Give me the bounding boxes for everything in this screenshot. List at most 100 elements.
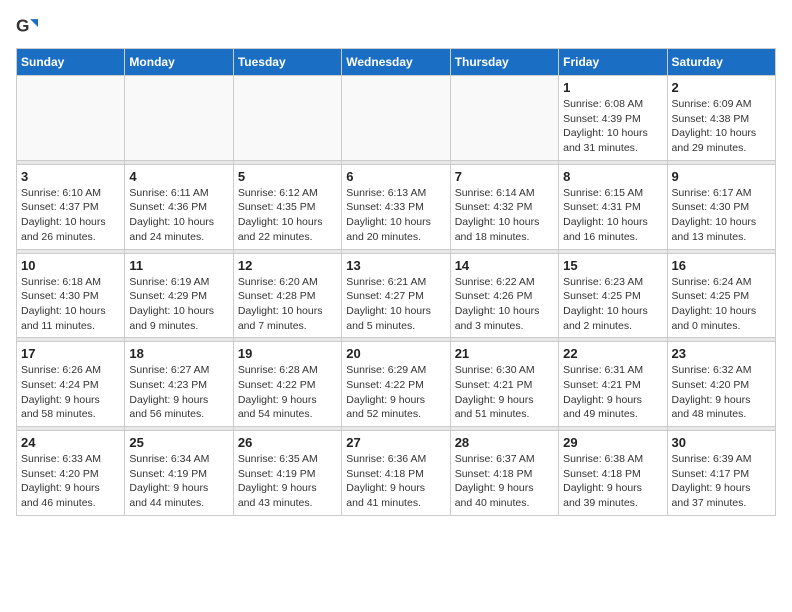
calendar-cell: 30Sunrise: 6:39 AM Sunset: 4:17 PM Dayli…: [667, 431, 775, 516]
calendar-cell: 28 Sunrise: 6:37 AM Sunset: 4:18 PM Dayli…: [450, 431, 558, 516]
day-info: Sunrise: 6:19 AM Sunset: 4:29 PM Dayligh…: [129, 275, 228, 334]
day-info: Sunrise: 6:36 AM Sunset: 4:18 PM Dayligh…: [346, 452, 445, 511]
day-number: 11: [129, 258, 228, 273]
day-number: 3: [21, 169, 120, 184]
day-number: 19: [238, 346, 337, 361]
day-info: Sunrise: 6:28 AM Sunset: 4:22 PM Dayligh…: [238, 363, 337, 422]
calendar-week-4: 17 Sunrise: 6:26 AM Sunset: 4:24 PM Dayli…: [17, 342, 776, 427]
day-info: Sunrise: 6:09 AM Sunset: 4:38 PM Dayligh…: [672, 97, 771, 156]
weekday-header-friday: Friday: [559, 49, 667, 76]
calendar-table: SundayMondayTuesdayWednesdayThursdayFrid…: [16, 48, 776, 516]
day-number: 17: [21, 346, 120, 361]
day-number: 12: [238, 258, 337, 273]
day-number: 23: [672, 346, 771, 361]
calendar-cell: [125, 76, 233, 161]
day-number: 29: [563, 435, 662, 450]
day-number: 7: [455, 169, 554, 184]
day-info: Sunrise: 6:20 AM Sunset: 4:28 PM Dayligh…: [238, 275, 337, 334]
calendar-cell: 23 Sunrise: 6:32 AM Sunset: 4:20 PM Dayli…: [667, 342, 775, 427]
day-number: 8: [563, 169, 662, 184]
calendar-cell: 26 Sunrise: 6:35 AM Sunset: 4:19 PM Dayli…: [233, 431, 341, 516]
calendar-cell: 22 Sunrise: 6:31 AM Sunset: 4:21 PM Dayli…: [559, 342, 667, 427]
svg-text:G: G: [16, 16, 29, 36]
calendar-cell: 17 Sunrise: 6:26 AM Sunset: 4:24 PM Dayli…: [17, 342, 125, 427]
day-number: 16: [672, 258, 771, 273]
day-info: Sunrise: 6:11 AM Sunset: 4:36 PM Dayligh…: [129, 186, 228, 245]
day-number: 26: [238, 435, 337, 450]
calendar-cell: 11 Sunrise: 6:19 AM Sunset: 4:29 PM Dayli…: [125, 253, 233, 338]
day-number: 14: [455, 258, 554, 273]
calendar-cell: 24 Sunrise: 6:33 AM Sunset: 4:20 PM Dayli…: [17, 431, 125, 516]
day-info: Sunrise: 6:34 AM Sunset: 4:19 PM Dayligh…: [129, 452, 228, 511]
day-number: 13: [346, 258, 445, 273]
day-info: Sunrise: 6:18 AM Sunset: 4:30 PM Dayligh…: [21, 275, 120, 334]
weekday-header-saturday: Saturday: [667, 49, 775, 76]
day-number: 4: [129, 169, 228, 184]
calendar-cell: [233, 76, 341, 161]
calendar-cell: 21 Sunrise: 6:30 AM Sunset: 4:21 PM Dayli…: [450, 342, 558, 427]
calendar-cell: 25 Sunrise: 6:34 AM Sunset: 4:19 PM Dayli…: [125, 431, 233, 516]
day-info: Sunrise: 6:23 AM Sunset: 4:25 PM Dayligh…: [563, 275, 662, 334]
day-number: 30: [672, 435, 771, 450]
day-number: 20: [346, 346, 445, 361]
day-info: Sunrise: 6:14 AM Sunset: 4:32 PM Dayligh…: [455, 186, 554, 245]
day-number: 6: [346, 169, 445, 184]
logo: G: [16, 16, 40, 38]
calendar-cell: 6 Sunrise: 6:13 AM Sunset: 4:33 PM Daylig…: [342, 164, 450, 249]
day-info: Sunrise: 6:31 AM Sunset: 4:21 PM Dayligh…: [563, 363, 662, 422]
day-number: 27: [346, 435, 445, 450]
page-header: G: [16, 16, 776, 38]
calendar-cell: 15 Sunrise: 6:23 AM Sunset: 4:25 PM Dayli…: [559, 253, 667, 338]
day-number: 9: [672, 169, 771, 184]
calendar-cell: 27 Sunrise: 6:36 AM Sunset: 4:18 PM Dayli…: [342, 431, 450, 516]
calendar-cell: 16 Sunrise: 6:24 AM Sunset: 4:25 PM Dayli…: [667, 253, 775, 338]
calendar-cell: 19 Sunrise: 6:28 AM Sunset: 4:22 PM Dayli…: [233, 342, 341, 427]
calendar-week-1: 1Sunrise: 6:08 AM Sunset: 4:39 PM Daylig…: [17, 76, 776, 161]
day-info: Sunrise: 6:33 AM Sunset: 4:20 PM Dayligh…: [21, 452, 120, 511]
day-number: 24: [21, 435, 120, 450]
day-info: Sunrise: 6:22 AM Sunset: 4:26 PM Dayligh…: [455, 275, 554, 334]
day-info: Sunrise: 6:32 AM Sunset: 4:20 PM Dayligh…: [672, 363, 771, 422]
day-info: Sunrise: 6:27 AM Sunset: 4:23 PM Dayligh…: [129, 363, 228, 422]
calendar-cell: 29 Sunrise: 6:38 AM Sunset: 4:18 PM Dayli…: [559, 431, 667, 516]
day-info: Sunrise: 6:29 AM Sunset: 4:22 PM Dayligh…: [346, 363, 445, 422]
day-info: Sunrise: 6:12 AM Sunset: 4:35 PM Dayligh…: [238, 186, 337, 245]
day-number: 2: [672, 80, 771, 95]
calendar-cell: 2 Sunrise: 6:09 AM Sunset: 4:38 PM Daylig…: [667, 76, 775, 161]
day-number: 25: [129, 435, 228, 450]
day-info: Sunrise: 6:24 AM Sunset: 4:25 PM Dayligh…: [672, 275, 771, 334]
day-info: Sunrise: 6:15 AM Sunset: 4:31 PM Dayligh…: [563, 186, 662, 245]
weekday-header-monday: Monday: [125, 49, 233, 76]
day-number: 15: [563, 258, 662, 273]
calendar-body: 1Sunrise: 6:08 AM Sunset: 4:39 PM Daylig…: [17, 76, 776, 516]
calendar-week-5: 24 Sunrise: 6:33 AM Sunset: 4:20 PM Dayli…: [17, 431, 776, 516]
day-info: Sunrise: 6:30 AM Sunset: 4:21 PM Dayligh…: [455, 363, 554, 422]
day-info: Sunrise: 6:26 AM Sunset: 4:24 PM Dayligh…: [21, 363, 120, 422]
day-number: 18: [129, 346, 228, 361]
day-number: 21: [455, 346, 554, 361]
day-number: 1: [563, 80, 662, 95]
calendar-cell: 3 Sunrise: 6:10 AM Sunset: 4:37 PM Daylig…: [17, 164, 125, 249]
calendar-cell: 1Sunrise: 6:08 AM Sunset: 4:39 PM Daylig…: [559, 76, 667, 161]
calendar-week-2: 3 Sunrise: 6:10 AM Sunset: 4:37 PM Daylig…: [17, 164, 776, 249]
day-info: Sunrise: 6:35 AM Sunset: 4:19 PM Dayligh…: [238, 452, 337, 511]
calendar-cell: 18 Sunrise: 6:27 AM Sunset: 4:23 PM Dayli…: [125, 342, 233, 427]
day-info: Sunrise: 6:21 AM Sunset: 4:27 PM Dayligh…: [346, 275, 445, 334]
weekday-header-tuesday: Tuesday: [233, 49, 341, 76]
day-number: 22: [563, 346, 662, 361]
day-info: Sunrise: 6:37 AM Sunset: 4:18 PM Dayligh…: [455, 452, 554, 511]
weekday-header-sunday: Sunday: [17, 49, 125, 76]
calendar-cell: 20 Sunrise: 6:29 AM Sunset: 4:22 PM Dayli…: [342, 342, 450, 427]
day-info: Sunrise: 6:17 AM Sunset: 4:30 PM Dayligh…: [672, 186, 771, 245]
calendar-cell: 13 Sunrise: 6:21 AM Sunset: 4:27 PM Dayli…: [342, 253, 450, 338]
day-number: 28: [455, 435, 554, 450]
day-info: Sunrise: 6:13 AM Sunset: 4:33 PM Dayligh…: [346, 186, 445, 245]
day-info: Sunrise: 6:38 AM Sunset: 4:18 PM Dayligh…: [563, 452, 662, 511]
day-info: Sunrise: 6:10 AM Sunset: 4:37 PM Dayligh…: [21, 186, 120, 245]
weekday-header-row: SundayMondayTuesdayWednesdayThursdayFrid…: [17, 49, 776, 76]
calendar-cell: 10Sunrise: 6:18 AM Sunset: 4:30 PM Dayli…: [17, 253, 125, 338]
calendar-cell: 14 Sunrise: 6:22 AM Sunset: 4:26 PM Dayli…: [450, 253, 558, 338]
logo-icon: G: [16, 16, 38, 38]
calendar-cell: 5Sunrise: 6:12 AM Sunset: 4:35 PM Daylig…: [233, 164, 341, 249]
calendar-cell: 8 Sunrise: 6:15 AM Sunset: 4:31 PM Daylig…: [559, 164, 667, 249]
